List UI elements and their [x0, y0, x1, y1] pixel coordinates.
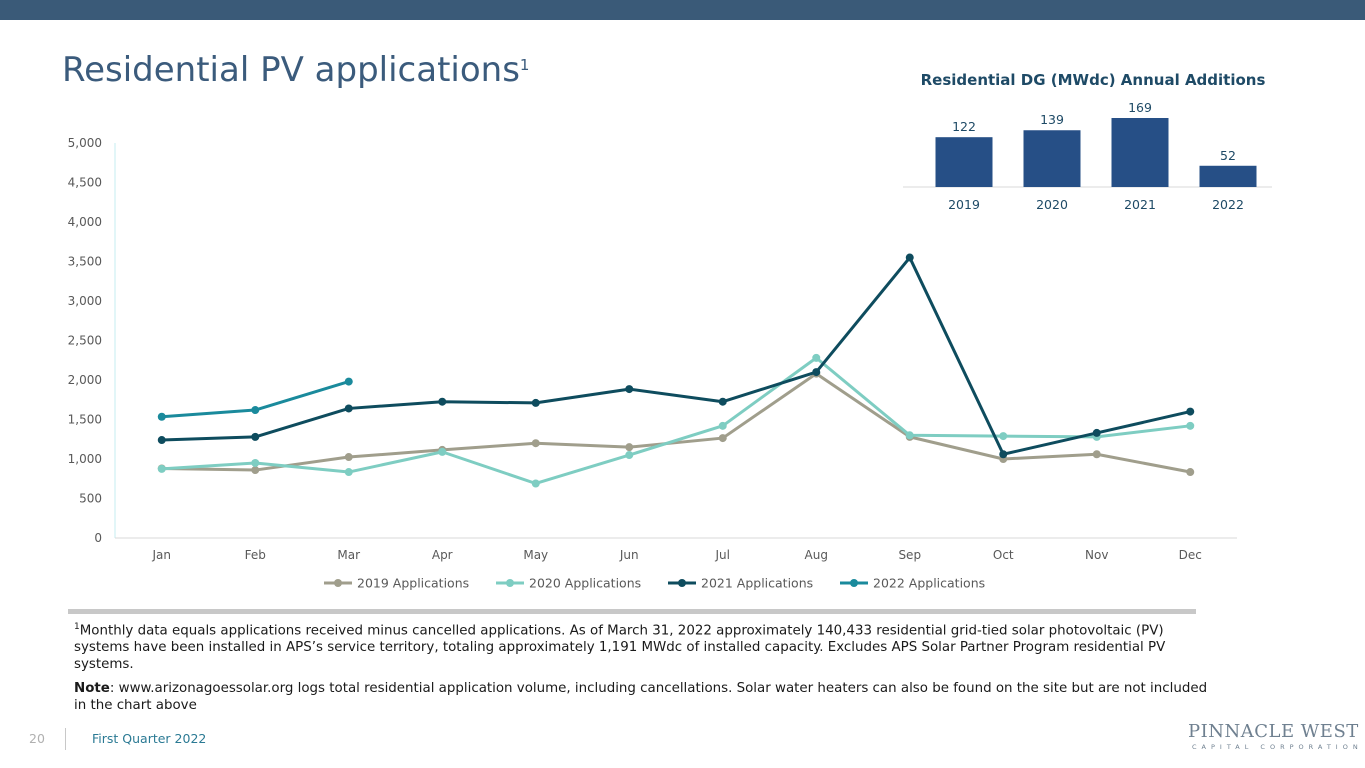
bar-chart: 122 2019 139 2020 169 2021 52 2022	[903, 100, 1272, 212]
bar	[1023, 130, 1081, 187]
bar-value-label: 52	[1220, 148, 1236, 163]
legend-label: 2022 Applications	[873, 576, 985, 591]
y-tick-label: 2,500	[68, 334, 102, 348]
data-point	[531, 398, 540, 407]
data-point	[251, 432, 260, 441]
data-point	[344, 377, 353, 386]
x-tick-label: Nov	[1085, 548, 1108, 562]
data-point	[157, 436, 166, 445]
data-point	[251, 458, 260, 467]
data-point	[438, 397, 447, 406]
x-tick-label: May	[523, 548, 548, 562]
x-tick-label: Jul	[715, 548, 730, 562]
x-tick-label: Jun	[619, 548, 639, 562]
note-text: : www.arizonagoessolar.org logs total re…	[74, 681, 1208, 713]
footnote-text: Monthly data equals applications receive…	[74, 623, 1166, 673]
company-logo: PINNACLE WEST CAPITAL CORPORATION	[1188, 721, 1363, 754]
data-point	[1186, 421, 1195, 430]
x-tick-label: Mar	[337, 548, 360, 562]
data-point	[438, 447, 447, 456]
y-tick-label: 0	[94, 531, 102, 545]
bar-category-label: 2019	[948, 197, 980, 212]
data-point	[344, 468, 353, 477]
data-point	[157, 464, 166, 473]
section-divider	[68, 609, 1196, 614]
bar	[1199, 165, 1257, 187]
footnote: 1Monthly data equals applications receiv…	[74, 619, 1209, 673]
logo-wordmark: PINNACLE WEST	[1188, 721, 1359, 742]
data-point	[718, 434, 727, 443]
legend-swatch-marker	[506, 579, 514, 587]
data-point	[1186, 468, 1195, 477]
data-point	[1092, 428, 1101, 437]
y-tick-label: 1,500	[68, 413, 102, 427]
series-line	[161, 256, 1191, 456]
data-point	[625, 443, 634, 452]
data-point	[625, 451, 634, 460]
page-number: 20	[29, 731, 45, 746]
x-tick-label: Dec	[1179, 548, 1202, 562]
bar-value-label: 122	[952, 119, 976, 134]
data-point	[531, 439, 540, 448]
bar-value-label: 169	[1128, 100, 1152, 115]
data-point	[157, 412, 166, 421]
bar-category-label: 2021	[1124, 197, 1156, 212]
legend-swatch-marker	[334, 579, 342, 587]
data-point	[251, 466, 260, 475]
footer-separator	[65, 728, 66, 750]
legend-label: 2020 Applications	[529, 576, 641, 591]
data-point	[905, 253, 914, 262]
note-label: Note	[74, 681, 110, 696]
data-point	[625, 385, 634, 394]
bar	[935, 137, 993, 187]
legend-label: 2019 Applications	[357, 576, 469, 591]
bar	[1111, 118, 1169, 187]
footer-text: First Quarter 2022	[92, 731, 207, 746]
data-point	[531, 479, 540, 488]
data-point	[999, 450, 1008, 459]
x-tick-label: Apr	[432, 548, 453, 562]
data-point	[1186, 407, 1195, 416]
legend-swatch-marker	[678, 579, 686, 587]
bar-category-label: 2020	[1036, 197, 1068, 212]
legend-label: 2021 Applications	[701, 576, 813, 591]
series-line	[161, 356, 1191, 485]
data-point	[344, 404, 353, 413]
x-tick-label: Sep	[898, 548, 921, 562]
data-point	[1092, 450, 1101, 459]
data-point	[999, 432, 1008, 441]
data-point	[718, 397, 727, 406]
data-point	[251, 406, 260, 415]
data-point	[905, 431, 914, 440]
data-point	[718, 421, 727, 430]
x-tick-label: Feb	[245, 548, 266, 562]
data-point	[812, 353, 821, 362]
legend-swatch-marker	[850, 579, 858, 587]
bar-value-label: 139	[1040, 112, 1064, 127]
y-tick-label: 3,000	[68, 294, 102, 308]
x-tick-label: Jan	[152, 548, 172, 562]
x-tick-label: Oct	[993, 548, 1014, 562]
data-point	[344, 453, 353, 462]
bar-category-label: 2022	[1212, 197, 1244, 212]
x-tick-label: Aug	[805, 548, 828, 562]
note: Note: www.arizonagoessolar.org logs tota…	[74, 680, 1209, 714]
y-tick-label: 500	[79, 492, 102, 506]
series-line	[161, 372, 1191, 474]
y-tick-label: 1,000	[68, 452, 102, 466]
logo-subtext: CAPITAL CORPORATION	[1192, 743, 1363, 751]
y-tick-label: 2,000	[68, 373, 102, 387]
y-tick-label: 3,500	[68, 255, 102, 269]
data-point	[812, 368, 821, 377]
